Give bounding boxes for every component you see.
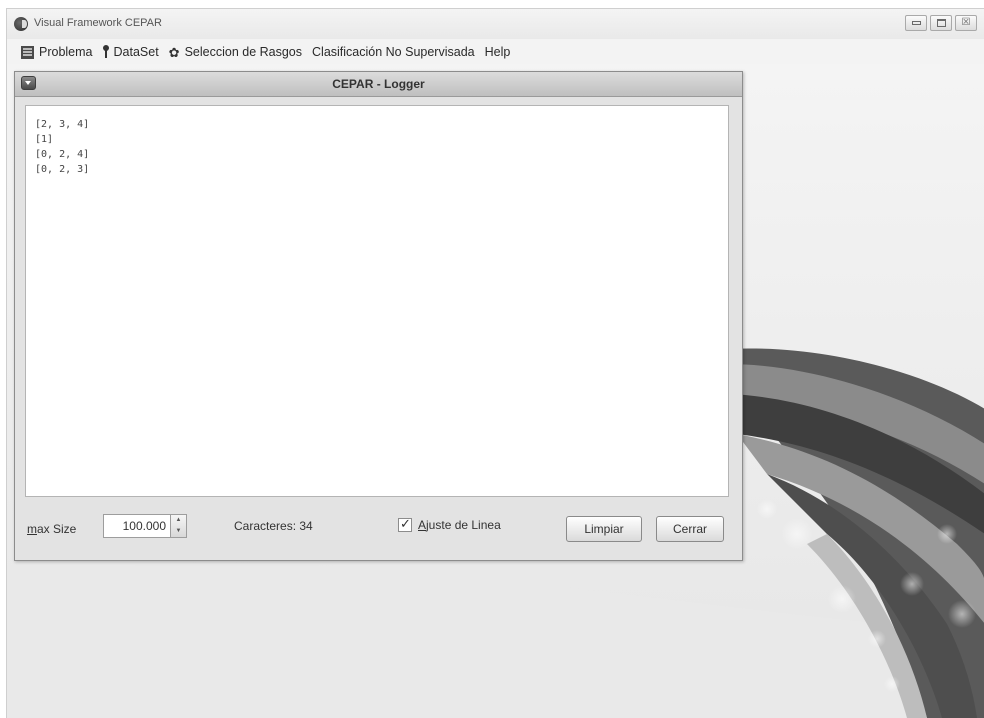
menu-dataset-label: DataSet [113,45,159,59]
spinner-up-icon[interactable]: ▲ [171,515,186,526]
menu-clasificacion[interactable]: Clasificación No Supervisada [307,41,480,63]
spinner-arrows: ▲ ▼ [171,514,187,538]
window-title: Visual Framework CEPAR [34,17,162,29]
close-icon: ☒ [961,17,971,28]
log-output-area[interactable]: [2, 3, 4] [1] [0, 2, 4] [0, 2, 3] [25,105,729,497]
log-line: [0, 2, 4] [35,149,90,160]
close-window-button[interactable]: ☒ [955,15,977,31]
log-line: [2, 3, 4] [35,119,90,130]
menu-seleccion-rasgos-label: Seleccion de Rasgos [184,45,303,59]
logger-title: CEPAR - Logger [332,77,425,91]
max-size-mnemonic: m [27,522,37,536]
logger-title-bar[interactable]: CEPAR - Logger [15,72,742,97]
window-controls: ☒ [905,15,977,31]
line-wrap-label: Ajuste de Linea [418,518,501,532]
menu-clasificacion-label: Clasificación No Supervisada [312,45,475,59]
line-wrap-label-rest: juste de Linea [426,518,501,532]
logger-window: CEPAR - Logger [2, 3, 4] [1] [0, 2, 4] [… [14,71,743,561]
maximize-icon [937,19,946,27]
character-count: Caracteres: 34 [234,519,313,533]
logger-footer: max Size ▲ ▼ Caracteres: 34 Ajuste de Li… [15,499,742,559]
menu-dataset[interactable]: DataSet [98,41,164,63]
problem-icon [21,45,34,59]
line-wrap-mnemonic: A [418,518,427,532]
minimize-button[interactable] [905,15,927,31]
menu-bar: Problema DataSet ✿ Seleccion de Rasgos C… [7,40,984,64]
title-bar: Visual Framework CEPAR ☒ [7,9,984,39]
menu-help[interactable]: Help [480,41,516,63]
menu-help-label: Help [484,45,511,59]
line-wrap-checkbox[interactable]: Ajuste de Linea [398,516,501,532]
menu-problema-label: Problema [39,45,93,59]
max-size-label: max Size [27,522,76,536]
log-line: [1] [35,134,54,145]
max-size-spinner: ▲ ▼ [103,514,189,540]
maximize-button[interactable] [930,15,952,31]
close-button[interactable]: Cerrar [656,516,724,542]
main-window: Visual Framework CEPAR ☒ Problema DataSe… [6,8,984,718]
spinner-down-icon[interactable]: ▼ [171,526,186,537]
menu-problema[interactable]: Problema [7,41,98,63]
pin-icon [102,45,109,59]
max-size-label-rest: ax Size [37,522,77,536]
max-size-input[interactable] [103,514,171,538]
checkbox-checked-icon[interactable] [398,516,412,532]
app-logo-icon [14,17,28,31]
log-line: [0, 2, 3] [35,164,90,175]
clear-button[interactable]: Limpiar [566,516,642,542]
minimize-icon [912,21,921,25]
gear-icon: ✿ [168,44,180,60]
menu-seleccion-rasgos[interactable]: ✿ Seleccion de Rasgos [164,41,307,63]
